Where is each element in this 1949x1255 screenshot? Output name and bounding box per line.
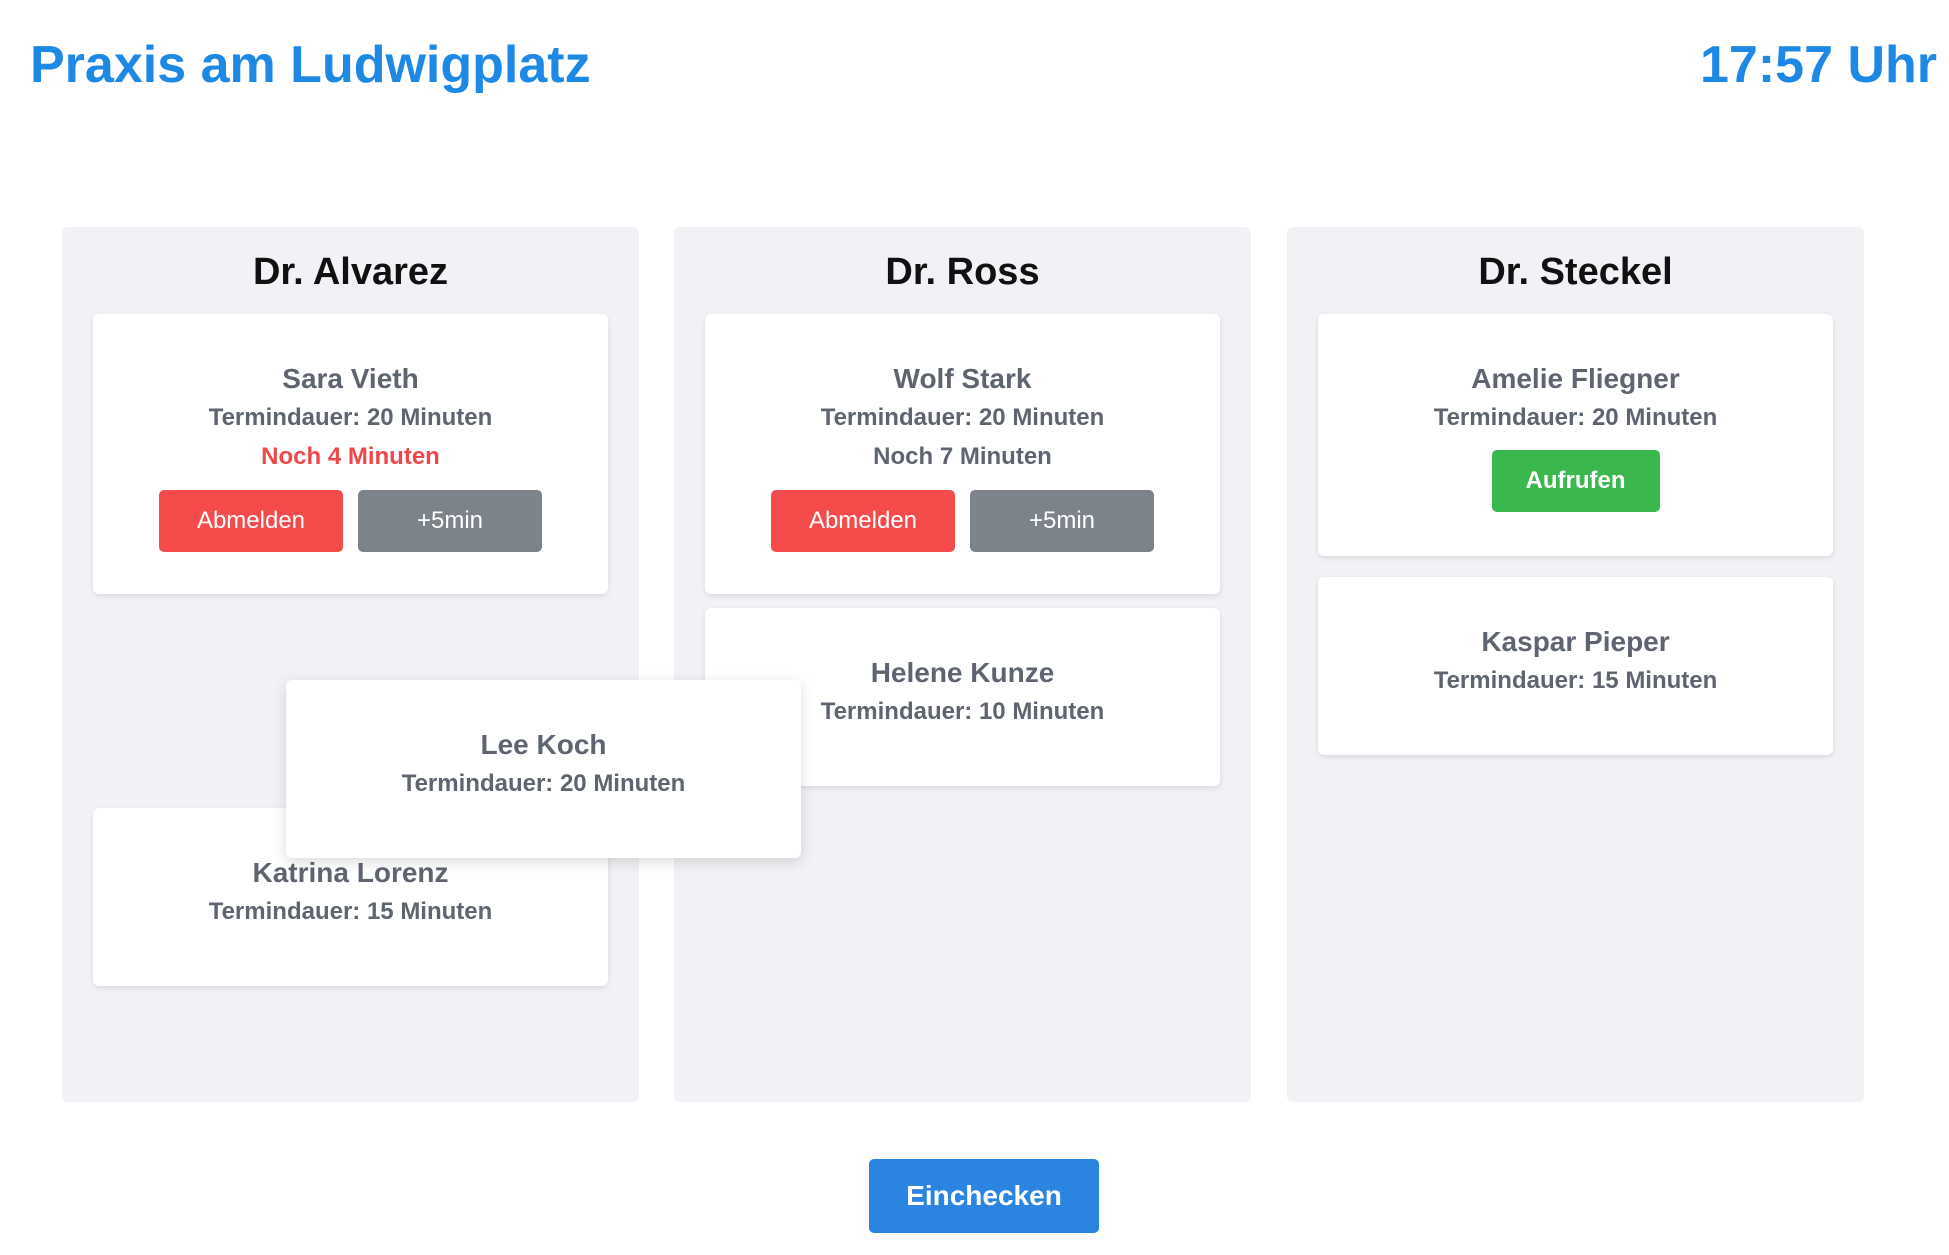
card-actions: Abmelden +5min	[705, 490, 1220, 552]
waiting-room-board: Praxis am Ludwigplatz 17:57 Uhr Dr. Alva…	[0, 0, 1949, 1255]
doctor-name: Dr. Ross	[885, 251, 1040, 293]
doctor-name: Dr. Steckel	[1478, 251, 1673, 293]
patient-name: Katrina Lorenz	[252, 857, 449, 888]
appointment-duration: Termindauer: 20 Minuten	[208, 404, 493, 431]
remaining-time: Noch 4 Minuten	[261, 443, 440, 470]
logout-button[interactable]: Abmelden	[771, 490, 955, 552]
patient-card-ready[interactable]: Amelie Fliegner Termindauer: 20 Minuten …	[1318, 314, 1833, 556]
doctor-name: Dr. Alvarez	[252, 251, 449, 293]
extend-5min-button[interactable]: +5min	[358, 490, 542, 552]
patient-name: Amelie Fliegner	[1471, 363, 1680, 394]
card-actions: Aufrufen	[1318, 450, 1833, 512]
appointment-duration: Termindauer: 20 Minuten	[1433, 404, 1718, 431]
doctor-column-ross: Dr. Ross Wolf Stark Termindauer: 20 Minu…	[674, 227, 1251, 1102]
doctor-column-alvarez: Dr. Alvarez Sara Vieth Termindauer: 20 M…	[62, 227, 639, 1102]
patient-name: Kaspar Pieper	[1481, 626, 1670, 657]
call-patient-button[interactable]: Aufrufen	[1491, 450, 1660, 512]
patient-name: Sara Vieth	[282, 363, 419, 394]
logout-button[interactable]: Abmelden	[159, 490, 343, 552]
extend-5min-button[interactable]: +5min	[970, 490, 1154, 552]
card-actions: Abmelden +5min	[93, 490, 608, 552]
patient-card-active[interactable]: Wolf Stark Termindauer: 20 Minuten Noch …	[705, 314, 1220, 594]
patient-name: Wolf Stark	[893, 363, 1032, 394]
patient-card-active[interactable]: Sara Vieth Termindauer: 20 Minuten Noch …	[93, 314, 608, 594]
clock: 17:57 Uhr	[1700, 36, 1937, 94]
checkin-button[interactable]: Einchecken	[869, 1159, 1099, 1233]
app-title: Praxis am Ludwigplatz	[30, 36, 591, 94]
appointment-duration: Termindauer: 20 Minuten	[401, 770, 686, 797]
doctor-column-steckel: Dr. Steckel Amelie Fliegner Termindauer:…	[1287, 227, 1864, 1102]
remaining-time: Noch 7 Minuten	[873, 443, 1052, 470]
patient-name: Lee Koch	[480, 729, 607, 760]
appointment-duration: Termindauer: 15 Minuten	[208, 898, 493, 925]
appointment-duration: Termindauer: 20 Minuten	[820, 404, 1105, 431]
appointment-duration: Termindauer: 15 Minuten	[1433, 667, 1718, 694]
dragging-patient-card[interactable]: Lee Koch Termindauer: 20 Minuten	[286, 680, 801, 858]
patient-card-waiting[interactable]: Kaspar Pieper Termindauer: 15 Minuten	[1318, 577, 1833, 755]
